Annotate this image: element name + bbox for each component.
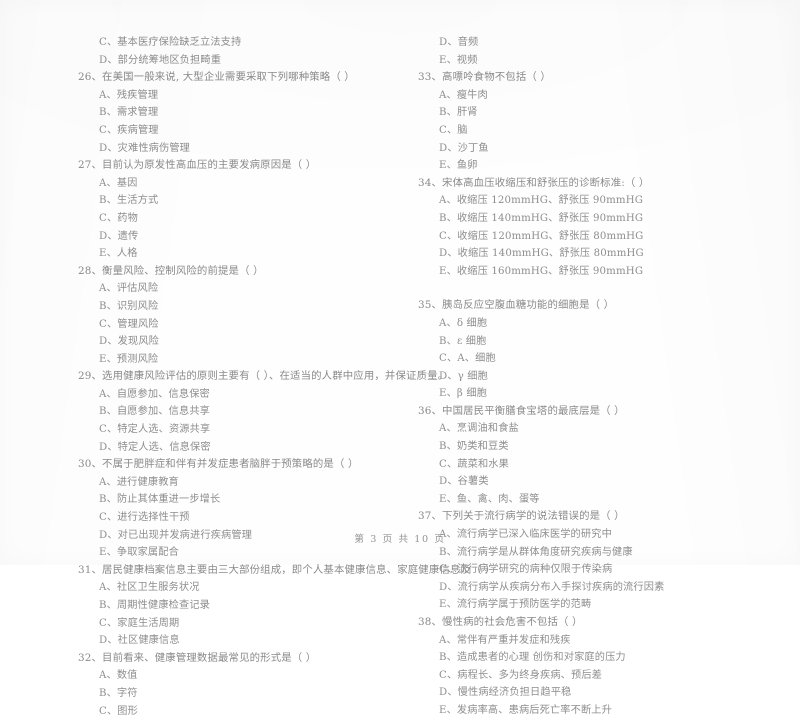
question-stem: 26、在美国一般来说, 大型企业需要采取下列哪种策略（ ） [78, 71, 355, 84]
question-stem: 27、目前认为原发性高血压的主要发病原因是（ ） [78, 159, 317, 172]
answer-option: E、争取家属配合 [99, 547, 179, 559]
page-footer: 第 3 页 共 10 页 [354, 534, 446, 545]
answer-option: B、周期性健康检查记录 [99, 600, 211, 611]
answer-option: E、预测风险 [99, 353, 159, 365]
question-stem: 37、下列关于流行病学的说法错误的是（ ） [418, 510, 625, 523]
question-stem: 30、不属于肥胖症和伴有并发症患者脑胖于预策略的是（ ） [78, 458, 359, 471]
answer-option: D、社区健康信息 [99, 635, 180, 647]
answer-option: A、烹调油和食盐 [439, 423, 519, 435]
answer-option: B、需求管理 [99, 107, 159, 119]
answer-option: D、特定人选、信息保密 [99, 441, 211, 453]
answer-option: B、识别风险 [99, 300, 159, 312]
answer-option: C、病程长、多为终身疾病、预后差 [439, 669, 603, 681]
answer-option: B、流行病学是从群体角度研究疾病与健康 [439, 546, 633, 558]
question-stem: 33、高嘌呤食物不包括（ ） [418, 71, 551, 84]
answer-option: B、肝肾 [439, 107, 478, 119]
question-stem: 29、选用健康风险评估的原则主要有（ ）、在适当的人群中应用，并保证质量。 [78, 370, 449, 383]
answer-option: A、δ 细胞 [439, 317, 488, 329]
answer-option: C、特定人选、资源共享 [99, 424, 211, 436]
answer-option: E、β 细胞 [439, 388, 488, 400]
answer-option: E、发病率高、患病后死亡率不断上升 [439, 704, 612, 716]
answer-option: E、流行病学属于预防医学的范畴 [439, 599, 592, 611]
answer-option: E、鱼、禽、肉、蛋等 [439, 493, 540, 505]
question-stem: 32、目前看来、健康管理数据最常见的形式是（ ） [78, 651, 317, 664]
answer-option: A、常伴有严重并发症和残疾 [439, 634, 571, 646]
answer-option: B、生活方式 [99, 195, 159, 207]
answer-option: D、收缩压 140mmHG、舒张压 80mmHG [439, 248, 644, 260]
question-stem: 38、慢性病的社会危害不包括（ ） [418, 616, 583, 628]
vertical-gap [418, 280, 760, 297]
answer-option: C、蔬菜和水果 [439, 458, 509, 470]
answer-option: C、图形 [99, 705, 138, 717]
answer-option: A、基因 [99, 177, 138, 189]
answer-option: D、流行病学从疾病分布入手探讨疾病的流行因素 [439, 581, 665, 593]
answer-option: C、A、细胞 [439, 353, 496, 365]
answer-option: D、谷薯类 [439, 476, 489, 488]
answer-option: E、视频 [439, 54, 478, 66]
answer-option: A、瘦牛肉 [439, 89, 488, 101]
answer-option: C、流行病学研究的病种仅限于传染病 [439, 564, 613, 576]
answer-option: A、评估风险 [99, 283, 159, 295]
answer-option: C、管理风险 [99, 318, 159, 330]
answer-option: C、家庭生活周期 [99, 617, 180, 629]
answer-option: D、遗传 [99, 230, 139, 242]
answer-option: B、ε 细胞 [439, 335, 487, 347]
answer-option: C、药物 [99, 212, 138, 224]
answer-option: A、数值 [99, 670, 138, 682]
question-stem: 34、宋体高血压收缩压和舒张压的诊断标准:（ ） [418, 176, 650, 189]
exam-page: C、基本医疗保险缺乏立法支持 D、部分统筹地区负担畸重 26、在美国一般来说, 大型… [0, 0, 800, 717]
answer-option: D、发现风险 [99, 336, 160, 348]
answer-option: A、残疾管理 [99, 89, 159, 101]
question-stem: 28、衡量风险、控制风险的前提是（ ） [78, 264, 264, 277]
question-columns: C、基本医疗保险缺乏立法支持 D、部分统筹地区负担畸重 26、在美国一般来说, 大型… [0, 34, 800, 720]
answer-option: D、沙丁鱼 [439, 142, 489, 154]
question-stem: 31、居民健康档案信息主要由三大部份组成，即个人基本健康信息、家庭健康信息及（ … [78, 563, 496, 576]
question-stem: 36、中国居民平衡膳食宝塔的最底层是（ ） [418, 404, 625, 417]
answer-option: C、脑 [439, 124, 468, 136]
answer-option: A、收缩压 120mmHG、舒张压 90mmHG [439, 195, 644, 207]
answer-option: E、收缩压 160mmHG、舒张压 90mmHG [439, 265, 644, 277]
answer-option: E、人格 [99, 248, 138, 260]
answer-option: B、造成患者的心理 创伤和对家庭的压力 [439, 652, 626, 664]
answer-option: D、音频 [439, 37, 479, 48]
answer-option: B、奶类和豆类 [439, 441, 509, 453]
answer-option: B、字符 [99, 687, 138, 699]
answer-option: D、部分统筹地区负担畸重 [99, 54, 222, 66]
answer-option: B、收缩压 140mmHG、舒张压 90mmHG [439, 212, 644, 224]
answer-option: C、基本医疗保险缺乏立法支持 [99, 37, 242, 48]
answer-option: D、慢性病经济负担日趋平稳 [439, 687, 572, 699]
answer-option: B、防止其体重进一步增长 [99, 494, 221, 506]
answer-option: E、鱼卵 [439, 160, 478, 172]
answer-option: A、社区卫生服务状况 [99, 582, 200, 594]
answer-option: C、疾病管理 [99, 124, 159, 136]
answer-option: C、收缩压 120mmHG、舒张压 80mmHG [439, 230, 644, 242]
answer-option: D、灾难性病伤管理 [99, 142, 191, 154]
answer-option: C、进行选择性干预 [99, 512, 190, 524]
right-column: D、音频 E、视频 33、高嘌呤食物不包括（ ） A、瘦牛肉 B、肝肾 C、脑 D、沙丁鱼 E… [400, 34, 800, 720]
answer-option: A、自愿参加、信息保密 [99, 388, 210, 400]
answer-option: B、自愿参加、信息共享 [99, 406, 211, 418]
answer-option: A、进行健康教育 [99, 476, 179, 488]
left-column: C、基本医疗保险缺乏立法支持 D、部分统筹地区负担畸重 26、在美国一般来说, 大型… [0, 34, 496, 720]
answer-option: D、γ 细胞 [439, 370, 488, 382]
question-stem: 35、胰岛反应空腹血糖功能的细胞是（ ） [418, 299, 615, 312]
